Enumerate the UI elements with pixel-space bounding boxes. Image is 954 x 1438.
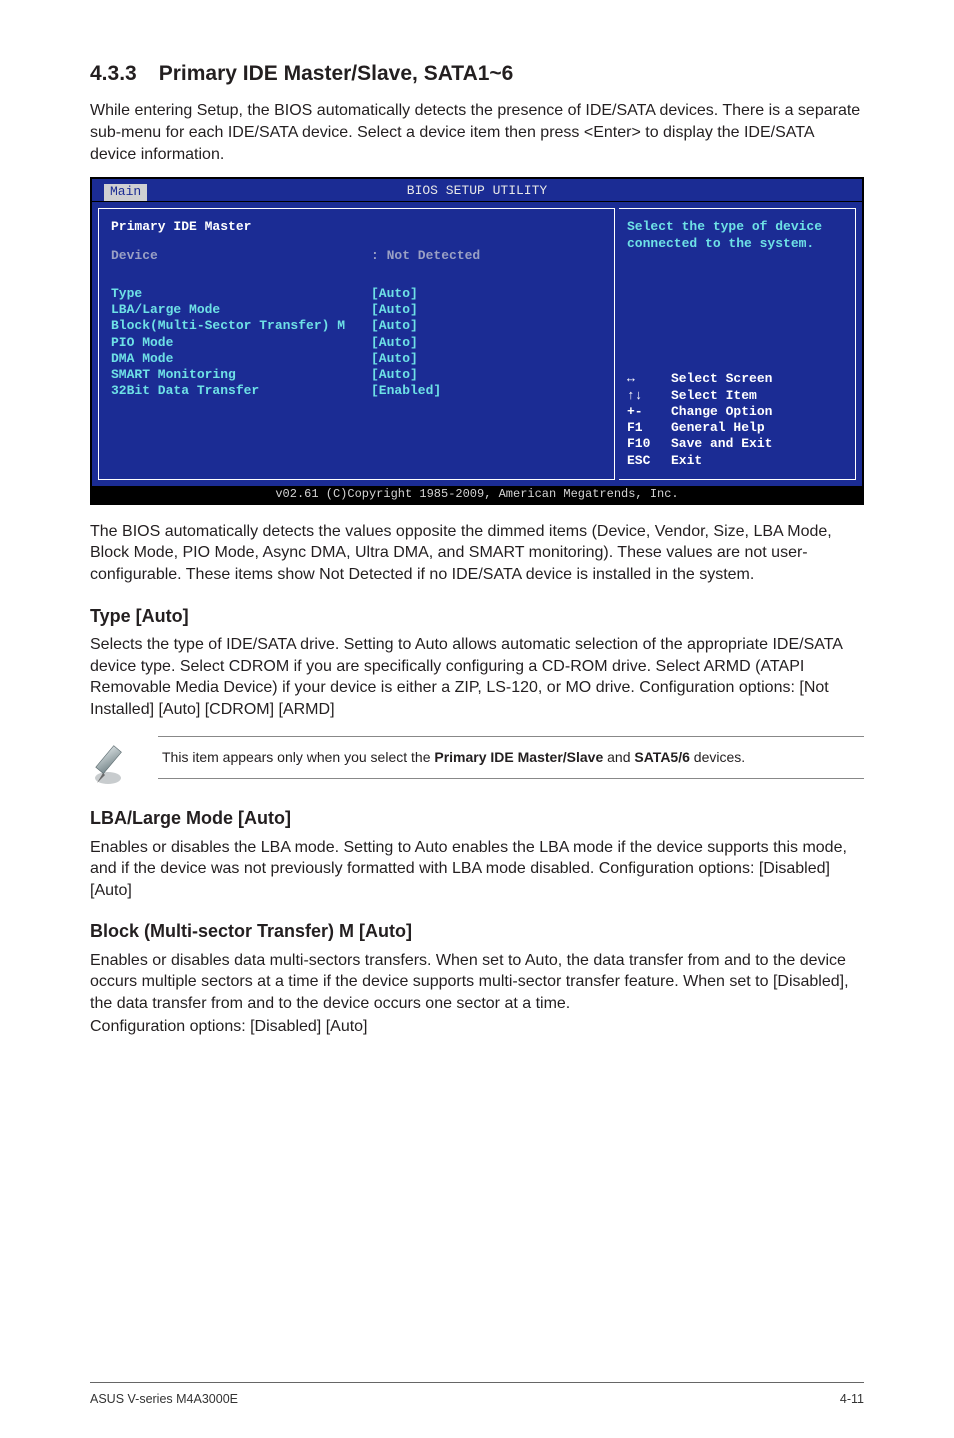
bios-left-panel: Primary IDE Master Device : Not Detected…: [98, 208, 615, 480]
block-heading: Block (Multi-sector Transfer) M [Auto]: [90, 919, 864, 943]
bios-key-desc: Exit: [671, 453, 702, 469]
bios-setting-label: LBA/Large Mode: [111, 302, 371, 318]
bios-tab-main: Main: [104, 184, 147, 201]
bios-device-label: Device: [111, 248, 371, 264]
bios-key: ESC: [627, 453, 671, 469]
bios-panel-title: Primary IDE Master: [111, 219, 602, 235]
intro-paragraph: While entering Setup, the BIOS automatic…: [90, 100, 864, 165]
bios-setting-value: [Auto]: [371, 351, 418, 367]
bios-key-row: F1General Help: [627, 420, 847, 436]
bios-tabbar: Main: [104, 184, 147, 201]
bios-setting-value: [Auto]: [371, 335, 418, 351]
bios-key-row: ↔Select Screen: [627, 371, 847, 387]
type-heading: Type [Auto]: [90, 604, 864, 628]
bios-key-desc: Save and Exit: [671, 436, 772, 452]
bios-setting-value: [Auto]: [371, 318, 418, 334]
bios-key-row: ↑↓Select Item: [627, 388, 847, 404]
bios-setting-row: Type[Auto]: [111, 286, 602, 302]
bios-setting-label: Type: [111, 286, 371, 302]
bios-header: BIOS SETUP UTILITY Main: [92, 179, 862, 202]
lba-body: Enables or disables the LBA mode. Settin…: [90, 837, 864, 902]
footer-left: ASUS V-series M4A3000E: [90, 1391, 238, 1408]
bios-setting-value: [Auto]: [371, 302, 418, 318]
bios-key: ↔: [627, 371, 671, 387]
bios-device-value: : Not Detected: [371, 248, 480, 264]
note-box: This item appears only when you select t…: [90, 736, 864, 788]
bios-key: F1: [627, 420, 671, 436]
bios-setting-row: PIO Mode[Auto]: [111, 335, 602, 351]
bios-footer: v02.61 (C)Copyright 1985-2009, American …: [92, 486, 862, 503]
bios-setting-row: LBA/Large Mode[Auto]: [111, 302, 602, 318]
bios-setting-row: DMA Mode[Auto]: [111, 351, 602, 367]
bios-key-desc: General Help: [671, 420, 765, 436]
bios-key: +-: [627, 404, 671, 420]
bios-setting-row: SMART Monitoring[Auto]: [111, 367, 602, 383]
bios-setting-row: Block(Multi-Sector Transfer) M[Auto]: [111, 318, 602, 334]
bios-setting-value: [Auto]: [371, 367, 418, 383]
note-text: This item appears only when you select t…: [158, 736, 864, 778]
bios-key-desc: Select Item: [671, 388, 757, 404]
bios-setting-value: [Auto]: [371, 286, 418, 302]
bios-setting-row: 32Bit Data Transfer[Enabled]: [111, 383, 602, 399]
bios-screenshot: BIOS SETUP UTILITY Main Primary IDE Mast…: [90, 177, 864, 505]
bios-setting-label: 32Bit Data Transfer: [111, 383, 371, 399]
bios-key: ↑↓: [627, 388, 671, 404]
bios-right-panel: Select the type of device connected to t…: [619, 208, 856, 480]
bios-key-desc: Select Screen: [671, 371, 772, 387]
bios-key-row: F10Save and Exit: [627, 436, 847, 452]
bios-setting-label: Block(Multi-Sector Transfer) M: [111, 318, 371, 334]
page-footer: ASUS V-series M4A3000E 4-11: [90, 1382, 864, 1408]
lba-heading: LBA/Large Mode [Auto]: [90, 806, 864, 830]
after-bios-paragraph: The BIOS automatically detects the value…: [90, 521, 864, 586]
bios-key-desc: Change Option: [671, 404, 772, 420]
bios-setting-label: PIO Mode: [111, 335, 371, 351]
bios-help-text: Select the type of device connected to t…: [627, 219, 847, 271]
block-body-2: Configuration options: [Disabled] [Auto]: [90, 1016, 864, 1038]
type-body: Selects the type of IDE/SATA drive. Sett…: [90, 634, 864, 720]
bios-setting-label: DMA Mode: [111, 351, 371, 367]
bios-key-row: ESCExit: [627, 453, 847, 469]
bios-setting-label: SMART Monitoring: [111, 367, 371, 383]
block-body-1: Enables or disables data multi-sectors t…: [90, 950, 864, 1015]
section-title-text: Primary IDE Master/Slave, SATA1~6: [159, 62, 514, 85]
pencil-icon: [90, 742, 136, 788]
bios-key: F10: [627, 436, 671, 452]
footer-right: 4-11: [840, 1391, 864, 1408]
bios-setting-value: [Enabled]: [371, 383, 441, 399]
bios-device-row: Device : Not Detected: [111, 248, 602, 264]
section-heading: 4.3.3 Primary IDE Master/Slave, SATA1~6: [90, 60, 864, 88]
bios-title: BIOS SETUP UTILITY: [407, 183, 547, 198]
bios-key-row: +-Change Option: [627, 404, 847, 420]
section-number: 4.3.3: [90, 60, 137, 88]
